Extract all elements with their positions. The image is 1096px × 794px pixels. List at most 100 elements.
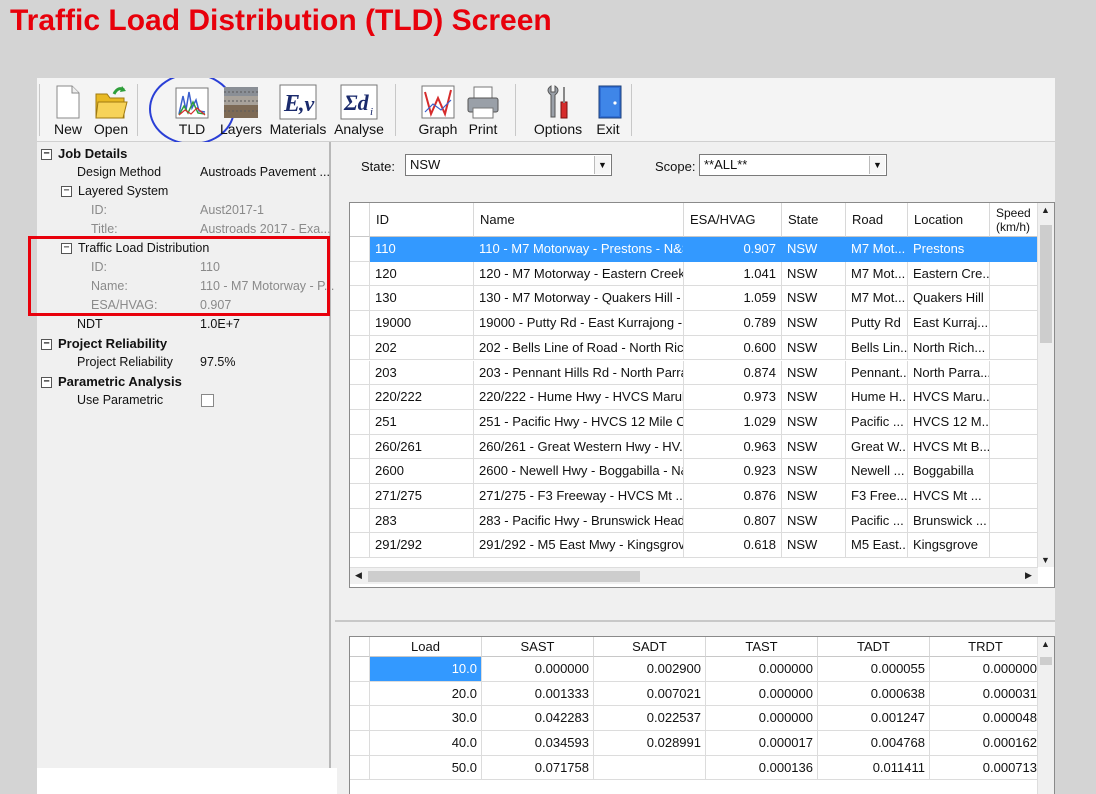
table-cell[interactable]: 283 - Pacific Hwy - Brunswick Head... [474, 508, 684, 534]
table-cell[interactable]: Pennant... [846, 360, 908, 386]
table-cell[interactable]: Brunswick ... [908, 508, 990, 534]
tree-project-reliability[interactable]: − Project Reliability [41, 334, 167, 353]
table-cell[interactable]: 0.000638 [818, 681, 930, 707]
options-button[interactable]: Options [531, 82, 585, 140]
table-cell[interactable]: 202 - Bells Line of Road - North Ric... [474, 335, 684, 361]
table-cell[interactable]: Newell ... [846, 459, 908, 484]
table-cell[interactable]: 0.000000 [706, 681, 818, 707]
collapse-icon[interactable]: − [41, 377, 52, 389]
table-cell[interactable]: Pacific ... [846, 409, 908, 435]
row-header[interactable] [350, 681, 370, 707]
table-cell[interactable]: NSW [782, 385, 846, 410]
table-cell[interactable]: 0.000017 [706, 731, 818, 756]
row-header[interactable] [350, 360, 370, 386]
table-cell[interactable]: 0.807 [684, 508, 782, 534]
use-parametric-checkbox[interactable] [201, 394, 214, 407]
row-header[interactable] [350, 434, 370, 460]
table-cell[interactable]: 0.034593 [482, 731, 594, 756]
table-row[interactable]: 251 251 - Pacific Hwy - HVCS 12 Mile Cr..… [350, 409, 1054, 435]
table-cell[interactable]: 120 [370, 261, 474, 287]
table-row[interactable]: 220/222 220/222 - Hume Hwy - HVCS Marul..… [350, 385, 1054, 410]
table-cell[interactable]: Putty Rd [846, 311, 908, 336]
collapse-icon[interactable]: − [41, 339, 52, 351]
table-cell[interactable]: Hume H... [846, 385, 908, 410]
tree-parametric-analysis[interactable]: − Parametric Analysis [41, 372, 182, 391]
table-cell[interactable]: 220/222 - Hume Hwy - HVCS Marul... [474, 385, 684, 410]
table-cell[interactable]: NSW [782, 237, 846, 262]
table-cell[interactable]: 203 [370, 360, 474, 386]
table-cell[interactable]: 0.002900 [594, 657, 706, 682]
row-header[interactable] [350, 311, 370, 336]
vertical-scrollbar[interactable]: ▲ [1037, 637, 1054, 794]
table-cell[interactable]: 2600 - Newell Hwy - Boggabilla - N&S [474, 459, 684, 484]
table-cell[interactable]: 0.000136 [706, 755, 818, 781]
collapse-icon[interactable]: − [41, 149, 52, 161]
table-cell[interactable]: 0.004768 [818, 731, 930, 756]
column-header[interactable]: TADT [818, 637, 930, 657]
table-cell[interactable]: 0.000055 [818, 657, 930, 682]
table-cell[interactable]: 220/222 [370, 385, 474, 410]
state-dropdown[interactable]: NSW ▼ [405, 154, 612, 176]
table-cell[interactable]: M7 Mot... [846, 286, 908, 312]
table-cell[interactable]: 271/275 [370, 484, 474, 509]
table-cell[interactable]: 251 [370, 409, 474, 435]
table-cell[interactable]: 120 - M7 Motorway - Eastern Creek ... [474, 261, 684, 287]
table-cell[interactable]: North Rich... [908, 335, 990, 361]
row-header[interactable] [350, 508, 370, 534]
scroll-down-icon[interactable]: ▼ [1038, 555, 1053, 565]
table-cell[interactable]: NSW [782, 508, 846, 534]
table-cell[interactable]: 1.059 [684, 286, 782, 312]
table-cell[interactable]: M5 East... [846, 533, 908, 559]
table-cell[interactable]: 0.000162 [930, 731, 1042, 756]
row-header[interactable] [350, 385, 370, 410]
row-header[interactable] [350, 286, 370, 312]
table-cell[interactable]: 130 - M7 Motorway - Quakers Hill - ... [474, 286, 684, 312]
new-button[interactable]: New [51, 82, 85, 140]
exit-button[interactable]: Exit [593, 82, 623, 140]
table-cell[interactable]: NSW [782, 286, 846, 312]
table-cell[interactable]: 0.001247 [818, 706, 930, 732]
table-cell[interactable]: M7 Mot... [846, 261, 908, 287]
tree-pr-value[interactable]: 97.5% [200, 353, 235, 372]
table-row[interactable]: 283 283 - Pacific Hwy - Brunswick Head...… [350, 508, 1054, 534]
materials-button[interactable]: E ,v Materials [269, 82, 327, 140]
row-header[interactable] [350, 409, 370, 435]
row-header[interactable] [350, 657, 370, 682]
row-header[interactable] [350, 731, 370, 756]
table-cell[interactable]: HVCS Maru... [908, 385, 990, 410]
table-cell[interactable]: 0.618 [684, 533, 782, 559]
table-cell[interactable]: 0.000000 [930, 657, 1042, 682]
table-cell[interactable]: HVCS Mt ... [908, 484, 990, 509]
table-row[interactable]: 50.0 0.071758 0.000136 0.011411 0.000713 [350, 755, 1042, 781]
scroll-up-icon[interactable]: ▲ [1038, 205, 1053, 215]
row-header[interactable] [350, 706, 370, 732]
table-cell[interactable]: 271/275 - F3 Freeway - HVCS Mt ... [474, 484, 684, 509]
table-cell[interactable]: NSW [782, 459, 846, 484]
column-header[interactable]: TRDT [930, 637, 1042, 657]
table-cell[interactable]: 0.011411 [818, 755, 930, 781]
table-cell[interactable]: Quakers Hill [908, 286, 990, 312]
print-button[interactable]: Print [465, 82, 501, 140]
column-header[interactable]: TAST [706, 637, 818, 657]
table-cell[interactable]: 0.007021 [594, 681, 706, 707]
table-cell[interactable]: 110 - M7 Motorway - Prestons - N&S [474, 237, 684, 262]
table-cell[interactable]: 130 [370, 286, 474, 312]
chevron-down-icon[interactable]: ▼ [594, 156, 610, 174]
table-cell[interactable]: 260/261 - Great Western Hwy - HV... [474, 434, 684, 460]
tree-layered-system[interactable]: − Layered System [61, 182, 168, 201]
chevron-down-icon[interactable]: ▼ [869, 156, 885, 174]
table-cell[interactable]: 0.923 [684, 459, 782, 484]
table-cell[interactable]: 1.041 [684, 261, 782, 287]
column-header[interactable]: State [782, 203, 846, 237]
column-header[interactable]: ESA/HVAG [684, 203, 782, 237]
table-cell[interactable]: 203 - Pennant Hills Rd - North Parra... [474, 360, 684, 386]
column-header[interactable]: Road [846, 203, 908, 237]
table-cell[interactable] [594, 755, 706, 781]
table-cell[interactable]: 260/261 [370, 434, 474, 460]
row-header[interactable] [350, 237, 370, 262]
table-row[interactable]: 202 202 - Bells Line of Road - North Ric.… [350, 335, 1054, 361]
table-cell[interactable]: 0.963 [684, 434, 782, 460]
table-cell[interactable]: 0.600 [684, 335, 782, 361]
row-header[interactable] [350, 335, 370, 361]
table-row[interactable]: 40.0 0.034593 0.028991 0.000017 0.004768 0.00… [350, 731, 1042, 756]
